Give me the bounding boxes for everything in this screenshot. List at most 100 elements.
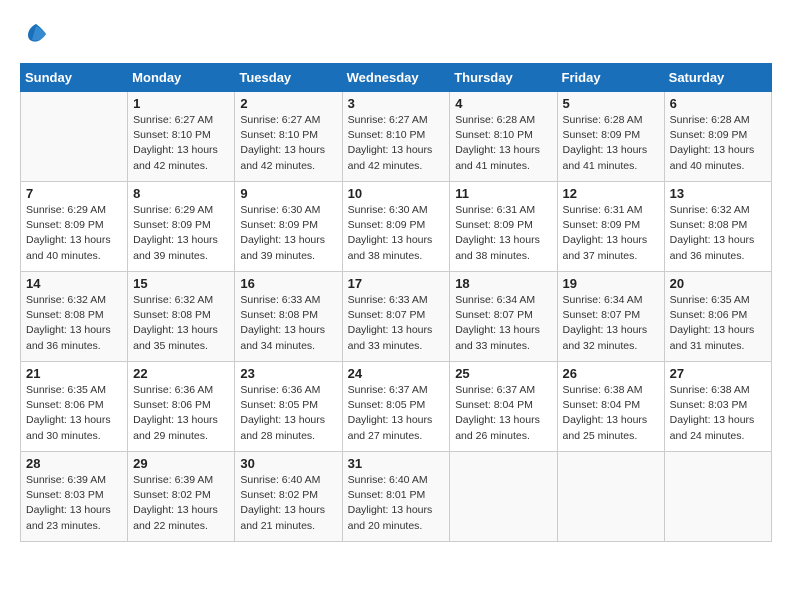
day-number: 23 (240, 366, 336, 381)
calendar-cell: 8 Sunrise: 6:29 AMSunset: 8:09 PMDaylight… (128, 182, 235, 272)
calendar-cell: 9 Sunrise: 6:30 AMSunset: 8:09 PMDaylight… (235, 182, 342, 272)
day-info: Sunrise: 6:30 AMSunset: 8:09 PMDaylight:… (348, 203, 445, 264)
day-number: 20 (670, 276, 766, 291)
day-number: 8 (133, 186, 229, 201)
day-info: Sunrise: 6:37 AMSunset: 8:04 PMDaylight:… (455, 383, 551, 444)
calendar-week-row: 1 Sunrise: 6:27 AMSunset: 8:10 PMDaylight… (21, 92, 772, 182)
page-header (20, 20, 772, 53)
day-number: 15 (133, 276, 229, 291)
day-info: Sunrise: 6:33 AMSunset: 8:07 PMDaylight:… (348, 293, 445, 354)
calendar-cell (664, 452, 771, 542)
calendar-cell: 28 Sunrise: 6:39 AMSunset: 8:03 PMDayligh… (21, 452, 128, 542)
calendar-cell: 16 Sunrise: 6:33 AMSunset: 8:08 PMDayligh… (235, 272, 342, 362)
day-header-wednesday: Wednesday (342, 64, 450, 92)
day-number: 21 (26, 366, 122, 381)
day-number: 6 (670, 96, 766, 111)
calendar-cell (450, 452, 557, 542)
calendar-cell: 1Sunrise: 6:27 AMSunset: 8:10 PMDaylight… (128, 92, 235, 182)
day-info: Sunrise: 6:35 AMSunset: 8:06 PMDaylight:… (670, 293, 766, 354)
day-info: Sunrise: 6:40 AMSunset: 8:01 PMDaylight:… (348, 473, 445, 534)
day-info: Sunrise: 6:29 AMSunset: 8:09 PMDaylight:… (26, 203, 122, 264)
calendar-table: SundayMondayTuesdayWednesdayThursdayFrid… (20, 63, 772, 542)
day-info: Sunrise: 6:39 AMSunset: 8:02 PMDaylight:… (133, 473, 229, 534)
calendar-cell: 21 Sunrise: 6:35 AMSunset: 8:06 PMDayligh… (21, 362, 128, 452)
calendar-cell: 26 Sunrise: 6:38 AMSunset: 8:04 PMDayligh… (557, 362, 664, 452)
calendar-cell: 22 Sunrise: 6:36 AMSunset: 8:06 PMDayligh… (128, 362, 235, 452)
calendar-cell: 2Sunrise: 6:27 AMSunset: 8:10 PMDaylight… (235, 92, 342, 182)
day-number: 26 (563, 366, 659, 381)
day-info: Sunrise: 6:31 AMSunset: 8:09 PMDaylight:… (563, 203, 659, 264)
day-info: Sunrise: 6:28 AMSunset: 8:09 PMDaylight:… (563, 113, 659, 174)
calendar-cell: 6 Sunrise: 6:28 AMSunset: 8:09 PMDaylight… (664, 92, 771, 182)
calendar-cell: 30Sunrise: 6:40 AMSunset: 8:02 PMDayligh… (235, 452, 342, 542)
calendar-cell: 12 Sunrise: 6:31 AMSunset: 8:09 PMDayligh… (557, 182, 664, 272)
calendar-week-row: 7 Sunrise: 6:29 AMSunset: 8:09 PMDaylight… (21, 182, 772, 272)
logo-icon (22, 20, 50, 48)
day-number: 14 (26, 276, 122, 291)
day-info: Sunrise: 6:29 AMSunset: 8:09 PMDaylight:… (133, 203, 229, 264)
day-number: 31 (348, 456, 445, 471)
day-info: Sunrise: 6:30 AMSunset: 8:09 PMDaylight:… (240, 203, 336, 264)
day-info: Sunrise: 6:36 AMSunset: 8:05 PMDaylight:… (240, 383, 336, 444)
day-number: 5 (563, 96, 659, 111)
calendar-week-row: 14 Sunrise: 6:32 AMSunset: 8:08 PMDayligh… (21, 272, 772, 362)
day-number: 13 (670, 186, 766, 201)
day-info: Sunrise: 6:28 AMSunset: 8:10 PMDaylight:… (455, 113, 551, 174)
day-number: 18 (455, 276, 551, 291)
day-number: 12 (563, 186, 659, 201)
calendar-cell (21, 92, 128, 182)
day-info: Sunrise: 6:33 AMSunset: 8:08 PMDaylight:… (240, 293, 336, 354)
calendar-cell: 27 Sunrise: 6:38 AMSunset: 8:03 PMDayligh… (664, 362, 771, 452)
day-number: 2 (240, 96, 336, 111)
day-number: 1 (133, 96, 229, 111)
calendar-cell: 14 Sunrise: 6:32 AMSunset: 8:08 PMDayligh… (21, 272, 128, 362)
day-number: 24 (348, 366, 445, 381)
day-number: 3 (348, 96, 445, 111)
calendar-cell (557, 452, 664, 542)
day-number: 17 (348, 276, 445, 291)
day-info: Sunrise: 6:35 AMSunset: 8:06 PMDaylight:… (26, 383, 122, 444)
calendar-cell: 4 Sunrise: 6:28 AMSunset: 8:10 PMDaylight… (450, 92, 557, 182)
calendar-cell: 3 Sunrise: 6:27 AMSunset: 8:10 PMDaylight… (342, 92, 450, 182)
day-header-thursday: Thursday (450, 64, 557, 92)
day-number: 19 (563, 276, 659, 291)
day-info: Sunrise: 6:37 AMSunset: 8:05 PMDaylight:… (348, 383, 445, 444)
day-info: Sunrise: 6:38 AMSunset: 8:03 PMDaylight:… (670, 383, 766, 444)
day-number: 4 (455, 96, 551, 111)
day-header-friday: Friday (557, 64, 664, 92)
calendar-week-row: 21 Sunrise: 6:35 AMSunset: 8:06 PMDayligh… (21, 362, 772, 452)
calendar-cell: 11 Sunrise: 6:31 AMSunset: 8:09 PMDayligh… (450, 182, 557, 272)
day-number: 27 (670, 366, 766, 381)
day-number: 25 (455, 366, 551, 381)
day-info: Sunrise: 6:36 AMSunset: 8:06 PMDaylight:… (133, 383, 229, 444)
calendar-cell: 5 Sunrise: 6:28 AMSunset: 8:09 PMDaylight… (557, 92, 664, 182)
day-info: Sunrise: 6:28 AMSunset: 8:09 PMDaylight:… (670, 113, 766, 174)
calendar-cell: 15 Sunrise: 6:32 AMSunset: 8:08 PMDayligh… (128, 272, 235, 362)
day-number: 16 (240, 276, 336, 291)
day-number: 28 (26, 456, 122, 471)
calendar-header-row: SundayMondayTuesdayWednesdayThursdayFrid… (21, 64, 772, 92)
day-info: Sunrise: 6:32 AMSunset: 8:08 PMDaylight:… (26, 293, 122, 354)
day-number: 11 (455, 186, 551, 201)
day-info: Sunrise: 6:34 AMSunset: 8:07 PMDaylight:… (563, 293, 659, 354)
day-info: Sunrise: 6:40 AMSunset: 8:02 PMDaylight:… (240, 473, 336, 534)
calendar-cell: 10Sunrise: 6:30 AMSunset: 8:09 PMDayligh… (342, 182, 450, 272)
day-header-sunday: Sunday (21, 64, 128, 92)
day-info: Sunrise: 6:38 AMSunset: 8:04 PMDaylight:… (563, 383, 659, 444)
calendar-week-row: 28 Sunrise: 6:39 AMSunset: 8:03 PMDayligh… (21, 452, 772, 542)
calendar-cell: 7 Sunrise: 6:29 AMSunset: 8:09 PMDaylight… (21, 182, 128, 272)
day-info: Sunrise: 6:34 AMSunset: 8:07 PMDaylight:… (455, 293, 551, 354)
day-number: 7 (26, 186, 122, 201)
day-info: Sunrise: 6:39 AMSunset: 8:03 PMDaylight:… (26, 473, 122, 534)
calendar-cell: 13Sunrise: 6:32 AMSunset: 8:08 PMDayligh… (664, 182, 771, 272)
calendar-cell: 23 Sunrise: 6:36 AMSunset: 8:05 PMDayligh… (235, 362, 342, 452)
day-info: Sunrise: 6:27 AMSunset: 8:10 PMDaylight:… (348, 113, 445, 174)
calendar-cell: 29Sunrise: 6:39 AMSunset: 8:02 PMDayligh… (128, 452, 235, 542)
day-number: 22 (133, 366, 229, 381)
day-number: 9 (240, 186, 336, 201)
day-header-tuesday: Tuesday (235, 64, 342, 92)
calendar-cell: 17 Sunrise: 6:33 AMSunset: 8:07 PMDayligh… (342, 272, 450, 362)
day-info: Sunrise: 6:32 AMSunset: 8:08 PMDaylight:… (133, 293, 229, 354)
day-info: Sunrise: 6:31 AMSunset: 8:09 PMDaylight:… (455, 203, 551, 264)
calendar-cell: 31 Sunrise: 6:40 AMSunset: 8:01 PMDayligh… (342, 452, 450, 542)
